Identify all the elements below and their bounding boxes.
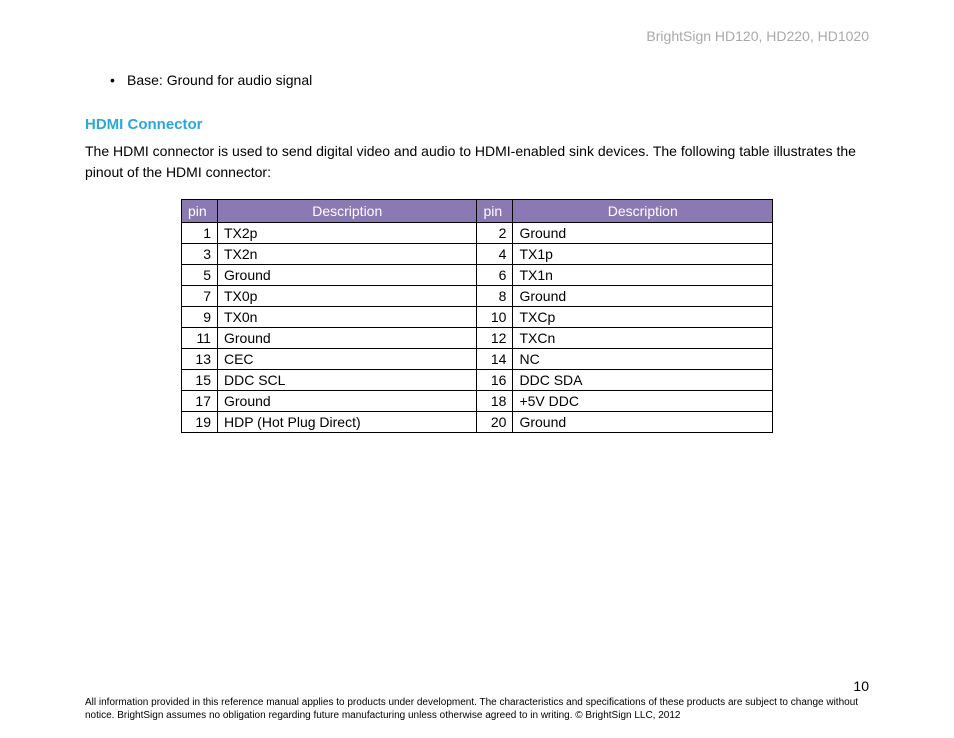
pin-cell: 11 — [182, 328, 218, 349]
pin-cell: 7 — [182, 286, 218, 307]
bullet-base-ground: Base: Ground for audio signal — [127, 72, 869, 88]
desc-cell: TX0n — [217, 307, 477, 328]
desc-cell: TX2n — [217, 244, 477, 265]
pin-cell: 17 — [182, 391, 218, 412]
section-heading-hdmi: HDMI Connector — [85, 116, 869, 133]
desc-cell: TXCn — [513, 328, 773, 349]
table-header-row: pin Description pin Description — [182, 200, 773, 223]
table-row: 5Ground6TX1n — [182, 265, 773, 286]
table-row: 7TX0p8Ground — [182, 286, 773, 307]
hdmi-pinout-table: pin Description pin Description 1TX2p2Gr… — [181, 199, 773, 433]
desc-cell: Ground — [513, 223, 773, 244]
table-row: 11Ground12TXCn — [182, 328, 773, 349]
pin-cell: 5 — [182, 265, 218, 286]
footer-area: 10 All information provided in this refe… — [85, 678, 869, 722]
pin-cell: 19 — [182, 412, 218, 433]
desc-cell: DDC SDA — [513, 370, 773, 391]
pin-cell: 6 — [477, 265, 513, 286]
desc-cell: TXCp — [513, 307, 773, 328]
desc-cell: TX1n — [513, 265, 773, 286]
table-header-desc-left: Description — [217, 200, 477, 223]
desc-cell: TX1p — [513, 244, 773, 265]
pin-cell: 13 — [182, 349, 218, 370]
desc-cell: +5V DDC — [513, 391, 773, 412]
table-row: 1TX2p2Ground — [182, 223, 773, 244]
pin-cell: 10 — [477, 307, 513, 328]
pin-cell: 14 — [477, 349, 513, 370]
desc-cell: Ground — [513, 286, 773, 307]
pin-cell: 15 — [182, 370, 218, 391]
desc-cell: TX2p — [217, 223, 477, 244]
table-header-pin-right: pin — [477, 200, 513, 223]
table-header-desc-right: Description — [513, 200, 773, 223]
pin-cell: 3 — [182, 244, 218, 265]
footer-disclaimer: All information provided in this referen… — [85, 696, 869, 722]
table-row: 9TX0n10TXCp — [182, 307, 773, 328]
pin-cell: 2 — [477, 223, 513, 244]
section-body-hdmi: The HDMI connector is used to send digit… — [85, 141, 869, 183]
desc-cell: DDC SCL — [217, 370, 477, 391]
header-product-line: BrightSign HD120, HD220, HD1020 — [85, 28, 869, 44]
table-row: 13CEC14NC — [182, 349, 773, 370]
pin-cell: 16 — [477, 370, 513, 391]
table-header-pin-left: pin — [182, 200, 218, 223]
pin-cell: 1 — [182, 223, 218, 244]
desc-cell: NC — [513, 349, 773, 370]
pin-cell: 9 — [182, 307, 218, 328]
page-number: 10 — [85, 678, 869, 694]
table-row: 19HDP (Hot Plug Direct)20Ground — [182, 412, 773, 433]
desc-cell: Ground — [513, 412, 773, 433]
desc-cell: TX0p — [217, 286, 477, 307]
desc-cell: Ground — [217, 265, 477, 286]
pin-cell: 20 — [477, 412, 513, 433]
pin-cell: 8 — [477, 286, 513, 307]
desc-cell: Ground — [217, 391, 477, 412]
table-row: 3TX2n4TX1p — [182, 244, 773, 265]
table-row: 17Ground18+5V DDC — [182, 391, 773, 412]
pin-cell: 18 — [477, 391, 513, 412]
table-row: 15DDC SCL16DDC SDA — [182, 370, 773, 391]
pin-cell: 12 — [477, 328, 513, 349]
desc-cell: HDP (Hot Plug Direct) — [217, 412, 477, 433]
table-body: 1TX2p2Ground3TX2n4TX1p5Ground6TX1n7TX0p8… — [182, 223, 773, 433]
desc-cell: Ground — [217, 328, 477, 349]
desc-cell: CEC — [217, 349, 477, 370]
pin-cell: 4 — [477, 244, 513, 265]
